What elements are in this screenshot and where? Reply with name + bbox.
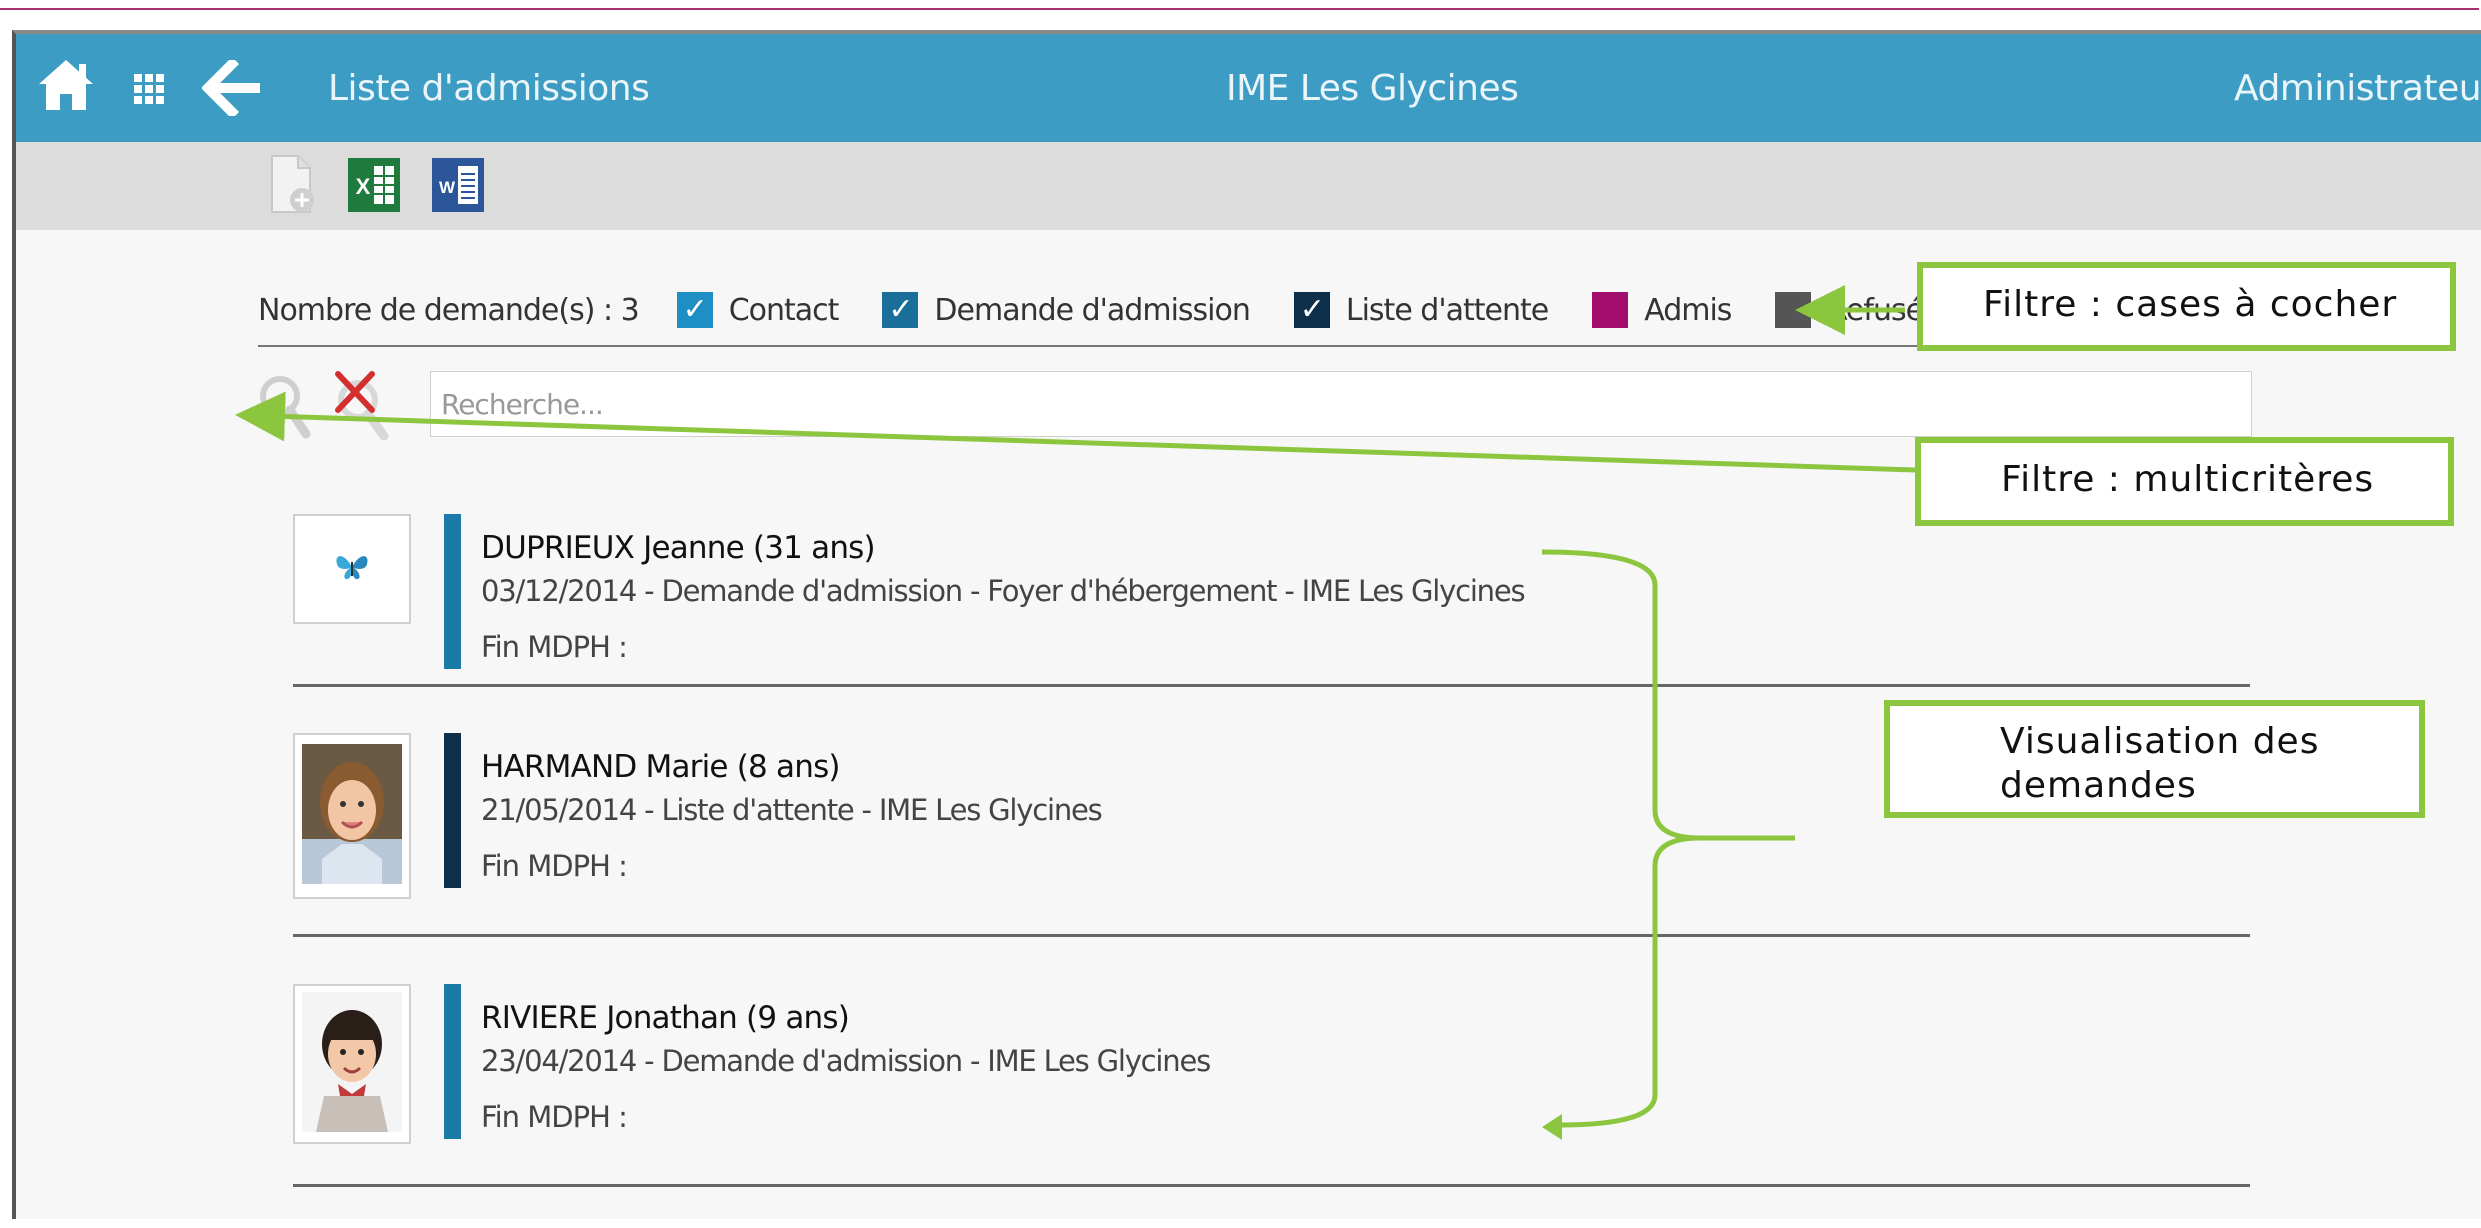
callout-multi-filter: Filtre : multicritères bbox=[1915, 437, 2454, 526]
callout-visualisation: Visualisation des demandes bbox=[1884, 700, 2425, 818]
annotation-overlay bbox=[235, 285, 1916, 1140]
callout-text: Visualisation des bbox=[2000, 721, 2320, 762]
annotation-arrow bbox=[235, 391, 1916, 473]
callout-text: Filtre : multicritères bbox=[2001, 459, 2375, 500]
callout-text: demandes bbox=[2000, 765, 2197, 806]
callout-checkbox-filter: Filtre : cases à cocher bbox=[1917, 262, 2456, 351]
annotation-arrowhead bbox=[1542, 1114, 1562, 1140]
annotation-brace bbox=[1541, 549, 1795, 1128]
callout-text: Filtre : cases à cocher bbox=[1983, 284, 2398, 325]
